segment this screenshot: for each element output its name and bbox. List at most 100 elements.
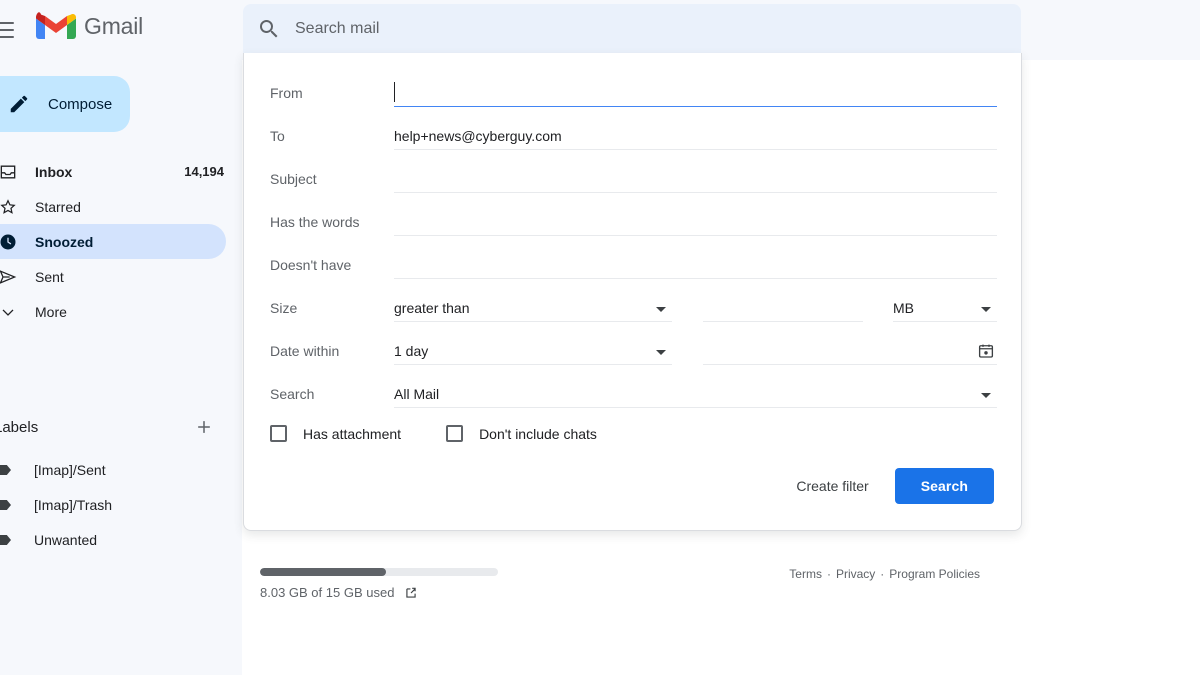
calendar-icon[interactable]: [977, 342, 995, 360]
pencil-icon: [8, 93, 30, 115]
label-tag-icon: [0, 495, 16, 515]
search-bar[interactable]: Search mail: [243, 4, 1021, 53]
label-name: [Imap]/Sent: [34, 462, 106, 478]
brand-title: Gmail: [84, 13, 143, 40]
nav-pill: [0, 294, 226, 329]
link-separator: ·: [827, 567, 831, 581]
send-icon: [0, 267, 18, 287]
field-row-doesnt-have: Doesn't have: [270, 251, 997, 279]
sidebar-item-label: Starred: [35, 199, 81, 215]
chevron-down-icon: [656, 350, 666, 355]
dont-include-chats-checkbox[interactable]: [446, 425, 463, 442]
has-the-words-input[interactable]: [394, 208, 997, 236]
has-the-words-label: Has the words: [270, 214, 394, 236]
date-input[interactable]: [703, 337, 997, 365]
doesnt-have-label: Doesn't have: [270, 257, 394, 279]
external-link-icon[interactable]: [404, 586, 418, 600]
date-within-value: 1 day: [394, 343, 428, 359]
has-attachment-label: Has attachment: [303, 426, 401, 442]
sidebar-item-snoozed[interactable]: Snoozed: [0, 224, 242, 259]
gmail-logo-icon: [36, 10, 76, 42]
search-input[interactable]: Search mail: [295, 20, 379, 38]
size-operator-select[interactable]: greater than: [394, 294, 672, 322]
chevron-down-icon: [981, 307, 991, 312]
to-label: To: [270, 128, 394, 150]
text-caret: [394, 82, 395, 102]
nav-pill: [0, 189, 226, 224]
doesnt-have-input[interactable]: [394, 251, 997, 279]
compose-label: Compose: [48, 96, 112, 113]
gmail-app: Gmail Search mail Compose Inbox: [0, 0, 1200, 675]
size-operator-value: greater than: [394, 300, 470, 316]
plus-icon[interactable]: [194, 417, 214, 437]
sidebar-label-imap-trash[interactable]: [Imap]/Trash: [0, 487, 242, 522]
size-value-input[interactable]: [703, 294, 863, 322]
from-label: From: [270, 85, 394, 107]
inbox-icon: [0, 162, 18, 182]
sidebar-item-label: Snoozed: [35, 234, 93, 250]
compose-button[interactable]: Compose: [0, 76, 130, 132]
program-policies-link[interactable]: Program Policies: [889, 567, 980, 581]
field-row-subject: Subject: [270, 165, 997, 193]
top-bar: Gmail Search mail: [0, 0, 1200, 60]
hamburger-line: [0, 36, 14, 38]
chevron-down-icon: [656, 307, 666, 312]
checkbox-row: Has attachment Don't include chats: [270, 425, 597, 442]
field-row-from: From: [270, 79, 997, 107]
storage-text: 8.03 GB of 15 GB used: [260, 585, 394, 600]
date-within-select[interactable]: 1 day: [394, 337, 672, 365]
sidebar-item-inbox[interactable]: Inbox 14,194: [0, 154, 242, 189]
sidebar-nav: Inbox 14,194 Starred Snoozed: [0, 154, 242, 329]
inbox-count-badge: 14,194: [184, 164, 224, 179]
label-name: Unwanted: [34, 532, 97, 548]
from-input[interactable]: [394, 79, 997, 107]
sidebar-item-sent[interactable]: Sent: [0, 259, 242, 294]
panel-actions: Create filter Search: [784, 468, 994, 504]
search-icon: [257, 17, 281, 41]
size-label: Size: [270, 300, 394, 322]
dont-include-chats-label: Don't include chats: [479, 426, 597, 442]
sidebar-label-imap-sent[interactable]: [Imap]/Sent: [0, 452, 242, 487]
link-separator: ·: [880, 567, 884, 581]
field-row-to: To help+news@cyberguy.com: [270, 122, 997, 150]
label-name: [Imap]/Trash: [34, 497, 112, 513]
hamburger-line: [0, 22, 14, 24]
sidebar-item-more[interactable]: More: [0, 294, 242, 329]
size-unit-value: MB: [893, 300, 914, 316]
chevron-down-icon: [0, 302, 18, 322]
field-row-date-within: Date within 1 day: [270, 337, 997, 365]
size-unit-select[interactable]: MB: [893, 294, 997, 322]
search-button[interactable]: Search: [895, 468, 994, 504]
privacy-link[interactable]: Privacy: [836, 567, 875, 581]
hamburger-line: [0, 29, 14, 31]
clock-icon: [0, 232, 18, 252]
search-scope-value: All Mail: [394, 386, 439, 402]
labels-header: Labels: [0, 412, 242, 442]
hamburger-menu-icon[interactable]: [0, 16, 22, 44]
terms-link[interactable]: Terms: [789, 567, 822, 581]
field-row-size: Size greater than MB: [270, 294, 997, 322]
subject-input[interactable]: [394, 165, 997, 193]
star-icon: [0, 197, 18, 217]
labels-title: Labels: [0, 419, 38, 436]
sidebar-item-label: More: [35, 304, 67, 320]
search-scope-select[interactable]: All Mail: [394, 380, 997, 408]
date-within-label: Date within: [270, 343, 394, 365]
sidebar-item-label: Inbox: [35, 164, 72, 180]
create-filter-button[interactable]: Create filter: [784, 470, 880, 502]
subject-label: Subject: [270, 171, 394, 193]
footer-links: Terms · Privacy · Program Policies: [789, 567, 980, 581]
nav-pill: [0, 224, 226, 259]
sidebar-item-starred[interactable]: Starred: [0, 189, 242, 224]
nav-pill: [0, 259, 226, 294]
to-input[interactable]: help+news@cyberguy.com: [394, 122, 997, 150]
search-scope-label: Search: [270, 386, 394, 408]
field-row-has-the-words: Has the words: [270, 208, 997, 236]
storage-status: 8.03 GB of 15 GB used: [260, 585, 418, 600]
label-tag-icon: [0, 530, 16, 550]
has-attachment-checkbox[interactable]: [270, 425, 287, 442]
brand[interactable]: Gmail: [36, 10, 143, 42]
chevron-down-icon: [981, 393, 991, 398]
footer: 8.03 GB of 15 GB used Terms · Privacy · …: [0, 550, 1200, 610]
storage-progress-bar[interactable]: [260, 568, 498, 576]
